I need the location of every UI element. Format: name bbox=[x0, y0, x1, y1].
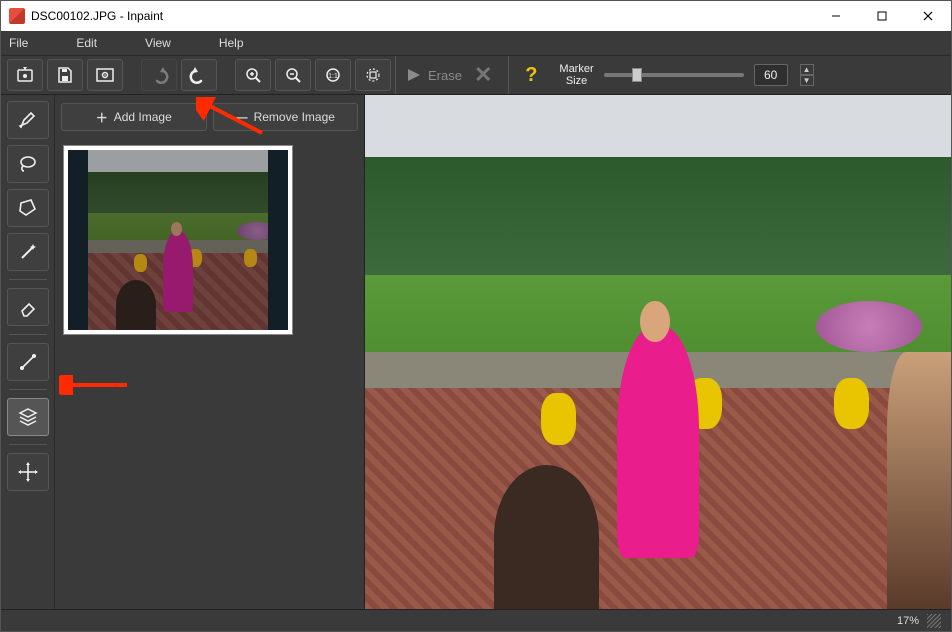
move-tool[interactable] bbox=[7, 453, 49, 491]
multi-view-tool[interactable] bbox=[7, 398, 49, 436]
app-window: DSC00102.JPG - Inpaint File Edit View He… bbox=[0, 0, 952, 632]
lasso-tool[interactable] bbox=[7, 145, 49, 183]
menu-help[interactable]: Help bbox=[219, 36, 244, 50]
undo-button[interactable] bbox=[141, 59, 177, 91]
zoom-in-button[interactable] bbox=[235, 59, 271, 91]
marker-size-input[interactable] bbox=[754, 64, 788, 86]
marker-tool[interactable] bbox=[7, 101, 49, 139]
save-button[interactable] bbox=[47, 59, 83, 91]
content-area: ＋ Add Image — Remove Image bbox=[1, 95, 951, 609]
redo-icon bbox=[189, 66, 209, 84]
layers-icon bbox=[17, 406, 39, 428]
zoom-out-icon bbox=[284, 66, 302, 84]
titlebar: DSC00102.JPG - Inpaint bbox=[1, 1, 951, 31]
cancel-icon: ✕ bbox=[474, 62, 492, 87]
save-icon bbox=[56, 66, 74, 84]
erase-button[interactable]: Erase bbox=[406, 67, 462, 83]
guide-image-thumbnail[interactable] bbox=[63, 145, 293, 335]
add-image-label: Add Image bbox=[114, 110, 172, 124]
svg-text:1:1: 1:1 bbox=[328, 73, 338, 80]
guide-line-tool[interactable] bbox=[7, 343, 49, 381]
marker-size-label: Marker Size bbox=[559, 63, 593, 87]
help-button[interactable]: ? bbox=[513, 64, 549, 87]
view-original-button[interactable] bbox=[87, 59, 123, 91]
marker-tool-icon bbox=[17, 109, 39, 131]
zoom-level: 17% bbox=[897, 615, 919, 627]
remove-image-label: Remove Image bbox=[254, 110, 335, 124]
undo-icon bbox=[149, 66, 169, 84]
zoom-out-button[interactable] bbox=[275, 59, 311, 91]
add-image-button[interactable]: ＋ Add Image bbox=[61, 103, 207, 131]
menubar: File Edit View Help bbox=[1, 31, 951, 55]
tool-sidebar bbox=[1, 95, 55, 609]
help-icon: ? bbox=[525, 64, 537, 86]
marker-size-control: Marker Size ▲ ▼ bbox=[559, 63, 813, 87]
slider-thumb[interactable] bbox=[632, 68, 642, 82]
move-tool-icon bbox=[17, 461, 39, 483]
statusbar: 17% bbox=[1, 609, 951, 631]
minus-icon: — bbox=[236, 110, 248, 124]
close-button[interactable] bbox=[905, 1, 951, 31]
zoom-fit-button[interactable] bbox=[355, 59, 391, 91]
erase-group: Erase ✕ bbox=[395, 56, 509, 94]
menu-view[interactable]: View bbox=[145, 36, 171, 50]
app-icon bbox=[9, 8, 25, 24]
cancel-button[interactable]: ✕ bbox=[468, 62, 498, 88]
original-view-icon bbox=[95, 66, 115, 84]
remove-image-button[interactable]: — Remove Image bbox=[213, 103, 359, 131]
zoom-fit-icon bbox=[363, 66, 383, 84]
magic-wand-tool[interactable] bbox=[7, 233, 49, 271]
resize-grip[interactable] bbox=[927, 614, 941, 628]
eraser-tool[interactable] bbox=[7, 288, 49, 326]
canvas[interactable] bbox=[365, 95, 951, 609]
guide-images-panel: ＋ Add Image — Remove Image bbox=[55, 95, 365, 609]
polygon-tool-icon bbox=[17, 197, 39, 219]
zoom-actual-button[interactable]: 1:1 bbox=[315, 59, 351, 91]
window-title: DSC00102.JPG - Inpaint bbox=[31, 9, 813, 23]
marker-size-slider[interactable] bbox=[604, 73, 744, 77]
menu-file[interactable]: File bbox=[9, 36, 28, 50]
polygon-tool[interactable] bbox=[7, 189, 49, 227]
lasso-tool-icon bbox=[17, 153, 39, 175]
plus-icon: ＋ bbox=[96, 109, 108, 126]
menu-edit[interactable]: Edit bbox=[76, 36, 97, 50]
open-icon bbox=[16, 66, 34, 84]
toolbar: 1:1 Erase ✕ ? Marker Size ▲ bbox=[1, 55, 951, 95]
open-button[interactable] bbox=[7, 59, 43, 91]
minimize-button[interactable] bbox=[813, 1, 859, 31]
marker-size-up[interactable]: ▲ bbox=[800, 64, 814, 75]
marker-size-down[interactable]: ▼ bbox=[800, 75, 814, 86]
zoom-actual-icon: 1:1 bbox=[323, 66, 343, 84]
redo-button[interactable] bbox=[181, 59, 217, 91]
zoom-in-icon bbox=[244, 66, 262, 84]
eraser-tool-icon bbox=[17, 296, 39, 318]
erase-label: Erase bbox=[428, 68, 462, 83]
magic-wand-icon bbox=[17, 241, 39, 263]
play-icon bbox=[406, 67, 422, 83]
maximize-button[interactable] bbox=[859, 1, 905, 31]
guide-line-icon bbox=[17, 351, 39, 373]
